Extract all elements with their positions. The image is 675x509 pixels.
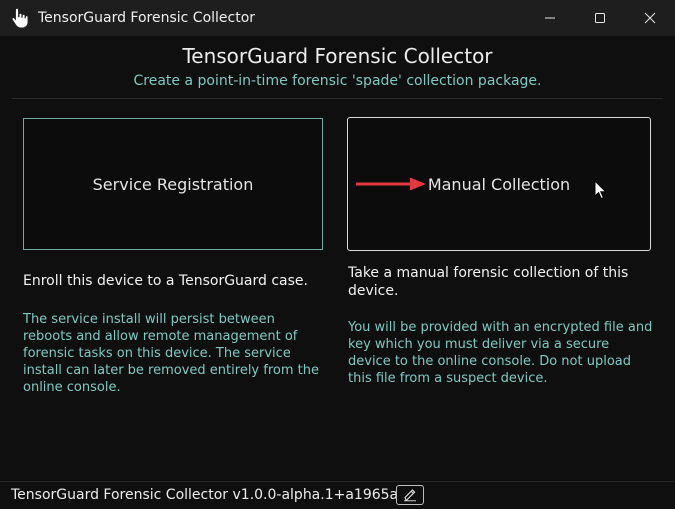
red-arrow-icon — [356, 177, 426, 191]
maximize-icon — [595, 13, 605, 23]
service-registration-button[interactable]: Service Registration — [23, 118, 323, 250]
manual-collection-heading: Take a manual forensic collection of thi… — [348, 265, 629, 299]
status-bar: TensorGuard Forensic Collector v1.0.0-al… — [0, 481, 675, 509]
minimize-icon — [545, 17, 555, 19]
app-window: TensorGuard Forensic Collector TensorGua… — [0, 0, 675, 509]
header-divider — [12, 98, 663, 99]
page-title: TensorGuard Forensic Collector — [182, 44, 493, 68]
edit-icon — [404, 489, 416, 502]
version-label: TensorGuard Forensic Collector v1.0.0-al… — [11, 487, 399, 503]
minimize-button[interactable] — [525, 0, 575, 36]
close-icon — [644, 12, 656, 24]
title-bar[interactable]: TensorGuard Forensic Collector — [0, 0, 675, 36]
window-controls — [525, 0, 675, 36]
manual-collection-label: Manual Collection — [427, 174, 571, 194]
hand-pointer-icon — [10, 7, 30, 29]
edit-button[interactable] — [396, 485, 424, 505]
window-title: TensorGuard Forensic Collector — [38, 10, 256, 26]
manual-collection-description: You will be provided with an encrypted f… — [348, 320, 653, 386]
service-registration-heading: Enroll this device to a TensorGuard case… — [23, 273, 308, 289]
maximize-button[interactable] — [575, 0, 625, 36]
service-registration-label: Service Registration — [92, 174, 254, 194]
page-subtitle: Create a point-in-time forensic 'spade' … — [133, 73, 542, 89]
mouse-cursor-icon — [594, 180, 608, 200]
close-button[interactable] — [625, 0, 675, 36]
service-registration-description: The service install will persist between… — [23, 312, 319, 395]
